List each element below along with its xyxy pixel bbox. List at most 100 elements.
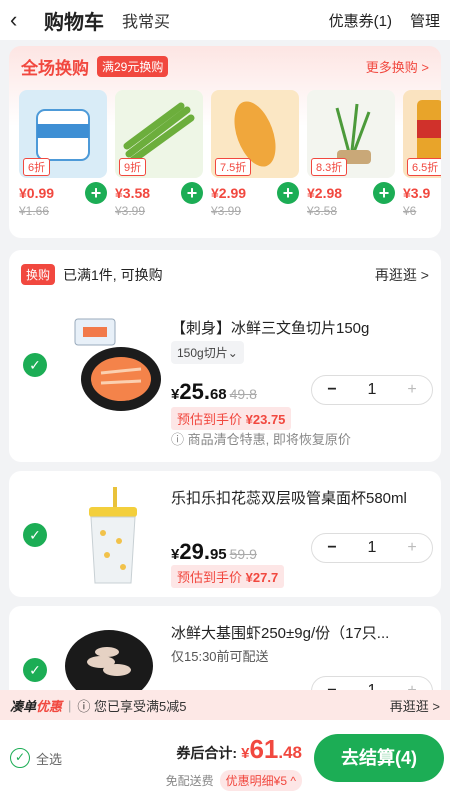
promo-title: 全场换购 (21, 58, 89, 78)
product-image (61, 620, 156, 702)
product-old-price: ¥3.58 (307, 204, 338, 218)
discount-bar: 凑单优惠 | ⓘ 您已享受满5减5 再逛逛 > (0, 690, 450, 720)
plus-button[interactable]: + (392, 539, 432, 557)
spec-selector[interactable]: 150g切片⌄ (171, 341, 244, 364)
delivery-note: 仅15:30前可配送 (171, 649, 269, 664)
original-price: 49.8 (229, 386, 257, 402)
discount-tag: 9折 (119, 158, 147, 176)
product-price: ¥2.98 (307, 185, 343, 201)
top-bar: ‹ 购物车 我常买 优惠券(1) 管理 (0, 0, 450, 40)
discount-tag: 8.3折 (311, 158, 348, 176)
product-image (61, 313, 166, 418)
product-old-price: ¥3.99 (211, 204, 242, 218)
total-integer: 61 (249, 734, 279, 764)
product-price: ¥29.95 59.9 (171, 539, 257, 565)
product-old-price: ¥1.66 (19, 204, 50, 218)
cart-card-1: 换购 已满1件, 可换购 再逛逛 > ✓ 【刺身】冰鲜三文鱼切片150g 150… (9, 250, 441, 462)
minus-button[interactable]: − (312, 381, 352, 399)
product-image: 7.5折 (211, 90, 299, 178)
price-decimal: 95 (209, 546, 227, 563)
add-to-cart-button[interactable]: + (277, 182, 299, 204)
quantity-stepper[interactable]: − 1 + (311, 375, 433, 405)
discount-bar-text: ⓘ 您已享受满5减5 (77, 698, 187, 714)
product-price: ¥0.99 (19, 185, 55, 201)
product-price: ¥2.99 (211, 185, 247, 201)
promo-badge: 满29元换购 (97, 55, 169, 77)
estimated-price-label: 预估到手价 (177, 570, 243, 585)
tab-frequent-buys[interactable]: 我常买 (122, 8, 170, 32)
cart-item: ✓ 乐扣乐扣花蕊双层吸管桌面杯580ml ¥29.95 59.9 预估到手价 ¥2… (9, 471, 441, 597)
plus-button[interactable]: + (392, 381, 432, 399)
free-shipping-text: 免配送费 (165, 774, 214, 788)
original-price: 59.9 (229, 546, 257, 562)
price-integer: 25. (179, 379, 210, 404)
coupons-link[interactable]: 优惠券(1) (329, 10, 392, 31)
check-icon: ✓ (10, 748, 30, 768)
product-price: ¥3.58 (115, 185, 151, 201)
estimated-price-value: ¥27.7 (245, 570, 279, 585)
promo-product[interactable]: 6折 ¥0.99 + ¥1.66 (19, 90, 107, 218)
manage-button[interactable]: 管理 (410, 10, 440, 31)
quantity-stepper[interactable]: − 1 + (311, 533, 433, 563)
promo-exchange-section: 全场换购 满29元换购 更多换购 > 6折 ¥0.99 + ¥1.66 9折 ¥3… (9, 46, 441, 238)
promo-product[interactable]: 7.5折 ¥2.99 + ¥3.99 (211, 90, 299, 218)
product-name[interactable]: 乐扣乐扣花蕊双层吸管桌面杯580ml (171, 487, 431, 508)
checkout-button[interactable]: 去结算(4) (314, 734, 444, 782)
product-image: 6.5折 (403, 90, 441, 178)
exchange-more-link[interactable]: 再逛逛 > (375, 265, 429, 285)
estimated-price: 预估到手价 ¥23.75 (171, 407, 292, 430)
item-checkbox[interactable]: ✓ (23, 658, 47, 682)
promo-product[interactable]: 6.5折 ¥3.9+ ¥6 (403, 90, 441, 218)
product-name[interactable]: 【刺身】冰鲜三文鱼切片150g (171, 317, 431, 338)
page-title: 购物车 (44, 11, 104, 34)
quantity-value[interactable]: 1 (352, 539, 392, 557)
discount-tag: 6折 (23, 158, 51, 176)
estimated-price-label: 预估到手价 (177, 412, 243, 427)
item-checkbox[interactable]: ✓ (23, 353, 47, 377)
product-image (73, 483, 153, 588)
product-image: 6折 (19, 90, 107, 178)
add-to-cart-button[interactable]: + (373, 182, 395, 204)
estimated-price: 预估到手价 ¥27.7 (171, 565, 285, 588)
exchange-text: 已满1件, 可换购 (63, 266, 163, 283)
total-amount: ¥61.48 (241, 734, 302, 765)
cart-card-2: ✓ 乐扣乐扣花蕊双层吸管桌面杯580ml ¥29.95 59.9 预估到手价 ¥2… (9, 471, 441, 597)
promo-more-link[interactable]: 更多换购 > (366, 57, 429, 76)
promo-product[interactable]: 8.3折 ¥2.98 + ¥3.58 (307, 90, 395, 218)
discount-detail-button[interactable]: 优惠明细¥5 ^ (219, 770, 302, 791)
select-all[interactable]: ✓ 全选 (10, 748, 62, 768)
product-name[interactable]: 冰鲜大基围虾250±9g/份（17只... (171, 622, 431, 643)
divider: | (68, 697, 72, 713)
item-checkbox[interactable]: ✓ (23, 523, 47, 547)
quantity-value[interactable]: 1 (352, 381, 392, 399)
discount-bar-title: 凑单优惠 (10, 696, 62, 715)
exchange-tag: 换购 (21, 264, 56, 285)
price-decimal: 68 (209, 386, 227, 403)
estimated-price-value: ¥23.75 (245, 412, 286, 427)
product-old-price: ¥3.99 (115, 204, 146, 218)
minus-button[interactable]: − (312, 539, 352, 557)
total-price: 券后合计: ¥61.48 (176, 734, 302, 765)
discount-bar-title-a: 凑单 (10, 698, 37, 714)
discount-tag: 7.5折 (215, 158, 252, 176)
add-to-cart-button[interactable]: + (85, 182, 107, 204)
total-subinfo: 免配送费 优惠明细¥5 ^ (166, 770, 302, 791)
cart-item: ✓ 【刺身】冰鲜三文鱼切片150g 150g切片⌄ ¥25.68 49.8 预估到… (9, 299, 441, 459)
exchange-row[interactable]: 换购 已满1件, 可换购 再逛逛 > (9, 250, 441, 299)
promo-product[interactable]: 9折 ¥3.58 + ¥3.99 (115, 90, 203, 218)
discount-tag: 6.5折 (407, 158, 441, 176)
product-price: ¥25.68 49.8 (171, 379, 257, 405)
back-button[interactable]: ‹ (10, 7, 44, 33)
product-price: ¥3.9 (403, 185, 431, 201)
product-image: 9折 (115, 90, 203, 178)
product-image: 8.3折 (307, 90, 395, 178)
price-integer: 29. (179, 539, 210, 564)
discount-more-link[interactable]: 再逛逛 > (390, 696, 440, 715)
select-all-label: 全选 (36, 751, 63, 767)
total-label: 券后合计: (176, 745, 238, 761)
discount-bar-title-b: 优惠 (36, 698, 63, 714)
product-old-price: ¥6 (403, 204, 417, 218)
checkout-bar: ✓ 全选 券后合计: ¥61.48 免配送费 优惠明细¥5 ^ 去结算(4) (0, 720, 450, 800)
total-decimal: .48 (278, 743, 302, 762)
add-to-cart-button[interactable]: + (181, 182, 203, 204)
